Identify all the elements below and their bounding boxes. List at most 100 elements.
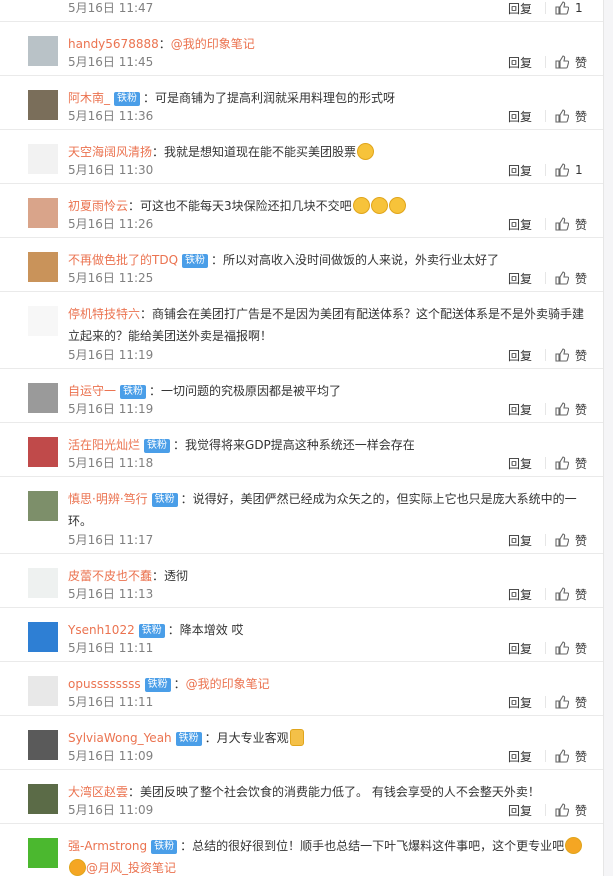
action-divider bbox=[545, 403, 546, 415]
avatar[interactable] bbox=[28, 90, 58, 120]
reply-button[interactable]: 回复 bbox=[508, 401, 532, 418]
comment-actions: 回复 赞 bbox=[508, 693, 589, 711]
like-button[interactable]: 赞 bbox=[555, 108, 589, 125]
reply-button[interactable]: 回复 bbox=[508, 216, 532, 233]
like-button[interactable]: 赞 bbox=[555, 347, 589, 364]
lol-emoji-icon bbox=[565, 837, 583, 854]
reply-button[interactable]: 回复 bbox=[508, 802, 532, 819]
comment-actions: 回复 1 bbox=[508, 161, 589, 179]
comment-author[interactable]: handy5678888 bbox=[68, 37, 159, 51]
avatar[interactable] bbox=[28, 676, 58, 706]
like-button[interactable]: 赞 bbox=[555, 802, 589, 819]
comment-time: 5月16日 11:45 bbox=[68, 55, 154, 69]
comment-author[interactable]: 皮蕾不皮也不蠢 bbox=[68, 569, 152, 583]
comment-author[interactable]: 强-Armstrong bbox=[68, 839, 147, 853]
smile-emoji-icon bbox=[370, 197, 388, 214]
reply-button[interactable]: 回复 bbox=[508, 108, 532, 125]
comment-author[interactable]: SylviaWong_Yeah bbox=[68, 731, 172, 745]
like-count: 1 bbox=[575, 1, 583, 15]
avatar[interactable] bbox=[28, 252, 58, 282]
comment-author[interactable]: 初夏雨怜云 bbox=[68, 199, 128, 213]
action-divider bbox=[545, 56, 546, 68]
fan-badge: 铁粉 bbox=[175, 732, 202, 746]
avatar[interactable] bbox=[28, 306, 58, 336]
thumbs-up-icon bbox=[555, 587, 570, 601]
comment-author[interactable]: 自运守一 bbox=[68, 384, 116, 398]
avatar[interactable] bbox=[28, 622, 58, 652]
comment-actions: 回复 赞 bbox=[508, 585, 589, 603]
comment-item: opussssssss 铁粉 ：@我的印象笔记 5月16日 11:11 回复赞 bbox=[0, 662, 603, 716]
avatar[interactable] bbox=[28, 491, 58, 521]
avatar[interactable] bbox=[28, 730, 58, 760]
comment-author[interactable]: 活在阳光灿烂 bbox=[68, 438, 140, 452]
avatar[interactable] bbox=[28, 437, 58, 467]
comment-colon: ： bbox=[158, 37, 171, 51]
like-count: 赞 bbox=[575, 217, 588, 232]
comment-body: 活在阳光灿烂 铁粉 ：我觉得将来GDP提高这种系统还一样会存在 bbox=[68, 434, 589, 456]
comment-author[interactable]: Ysenh1022 bbox=[68, 623, 135, 637]
like-button[interactable]: 赞 bbox=[555, 216, 589, 233]
thumbs-up-icon bbox=[555, 533, 570, 547]
comment-body: 停机特技特六：商铺会在美团打广告是不是因为美团有配送体系？这个配送体系是不是外卖… bbox=[68, 303, 589, 347]
comment-item: SylviaWong_Yeah 铁粉 ：月大专业客观 5月16日 11:09 回复赞 bbox=[0, 716, 603, 770]
comment-time: 5月16日 11:19 bbox=[68, 402, 154, 416]
comment-body: SylviaWong_Yeah 铁粉 ：月大专业客观 bbox=[68, 727, 589, 749]
mention-link[interactable]: @我的印象笔记 bbox=[186, 677, 270, 691]
scrollbar[interactable] bbox=[604, 0, 613, 876]
comment-author[interactable]: 停机特技特六 bbox=[68, 307, 140, 321]
comment-actions: 回复 赞 bbox=[508, 215, 589, 233]
avatar[interactable] bbox=[28, 568, 58, 598]
comment-item: 停机特技特六：商铺会在美团打广告是不是因为美团有配送体系？这个配送体系是不是外卖… bbox=[0, 292, 603, 369]
like-button[interactable]: 赞 bbox=[555, 694, 589, 711]
action-divider bbox=[545, 534, 546, 546]
thumbs-up-icon bbox=[555, 749, 570, 763]
comment-author[interactable]: 天空海阔风清扬 bbox=[68, 145, 152, 159]
comment-author[interactable]: opussssssss bbox=[68, 677, 141, 691]
like-button[interactable]: 赞 bbox=[555, 54, 589, 71]
mention-link[interactable]: @我的印象笔记 bbox=[171, 37, 255, 51]
comment-author[interactable]: 阿木南_ bbox=[68, 91, 110, 105]
avatar[interactable] bbox=[28, 198, 58, 228]
like-button[interactable]: 赞 bbox=[555, 532, 589, 549]
avatar[interactable] bbox=[28, 838, 58, 868]
comment-author[interactable]: 慎思·明辨·笃行 bbox=[68, 492, 148, 506]
like-button[interactable]: 1 bbox=[555, 163, 589, 177]
like-button[interactable]: 赞 bbox=[555, 455, 589, 472]
thumbs-up-icon bbox=[555, 55, 570, 69]
comment-body: 初夏雨怜云：可这也不能每天3块保险还扣几块不交吧 bbox=[68, 195, 589, 217]
comment-time: 5月16日 11:11 bbox=[68, 641, 154, 655]
like-button[interactable]: 赞 bbox=[555, 748, 589, 765]
avatar[interactable] bbox=[28, 144, 58, 174]
comment-item: 活在阳光灿烂 铁粉 ：我觉得将来GDP提高这种系统还一样会存在 5月16日 11:18… bbox=[0, 423, 603, 477]
avatar[interactable] bbox=[28, 784, 58, 814]
reply-button[interactable]: 回复 bbox=[508, 347, 532, 364]
reply-button[interactable]: 回复 bbox=[508, 54, 532, 71]
comment-item: 初夏雨怜云：可这也不能每天3块保险还扣几块不交吧 5月16日 11:26 回复赞 bbox=[0, 184, 603, 238]
like-button[interactable]: 赞 bbox=[555, 270, 589, 287]
reply-button[interactable]: 回复 bbox=[508, 694, 532, 711]
like-button[interactable]: 1 bbox=[555, 1, 589, 15]
like-button[interactable]: 赞 bbox=[555, 640, 589, 657]
like-button[interactable]: 赞 bbox=[555, 401, 589, 418]
avatar[interactable] bbox=[28, 36, 58, 66]
thumbs-up-icon bbox=[555, 695, 570, 709]
reply-button[interactable]: 回复 bbox=[508, 640, 532, 657]
reply-button[interactable]: 回复 bbox=[508, 586, 532, 603]
reply-button[interactable]: 回复 bbox=[508, 270, 532, 287]
action-divider bbox=[545, 164, 546, 176]
thumbs-up-icon bbox=[555, 456, 570, 470]
comment-actions: 回复 赞 bbox=[508, 531, 589, 549]
reply-button[interactable]: 回复 bbox=[508, 455, 532, 472]
like-button[interactable]: 赞 bbox=[555, 586, 589, 603]
reply-button[interactable]: 回复 bbox=[508, 162, 532, 179]
reply-button[interactable]: 回复 bbox=[508, 748, 532, 765]
comment-item: 大湾区赵雲：美团反映了整个社会饮食的消费能力低了。 有钱会享受的人不会整天外卖！… bbox=[0, 770, 603, 824]
reply-button[interactable]: 回复 bbox=[508, 532, 532, 549]
reply-button[interactable]: 回复 bbox=[508, 0, 532, 17]
like-count: 赞 bbox=[575, 109, 588, 124]
mention-link[interactable]: @月风_投资笔记 bbox=[86, 861, 176, 875]
comment-author[interactable]: 大湾区赵雲 bbox=[68, 785, 128, 799]
avatar[interactable] bbox=[28, 383, 58, 413]
comment-author[interactable]: 不再做色批了的TDQ bbox=[68, 253, 178, 267]
comment-text: ：我就是想知道现在能不能买美团股票 bbox=[152, 145, 357, 159]
